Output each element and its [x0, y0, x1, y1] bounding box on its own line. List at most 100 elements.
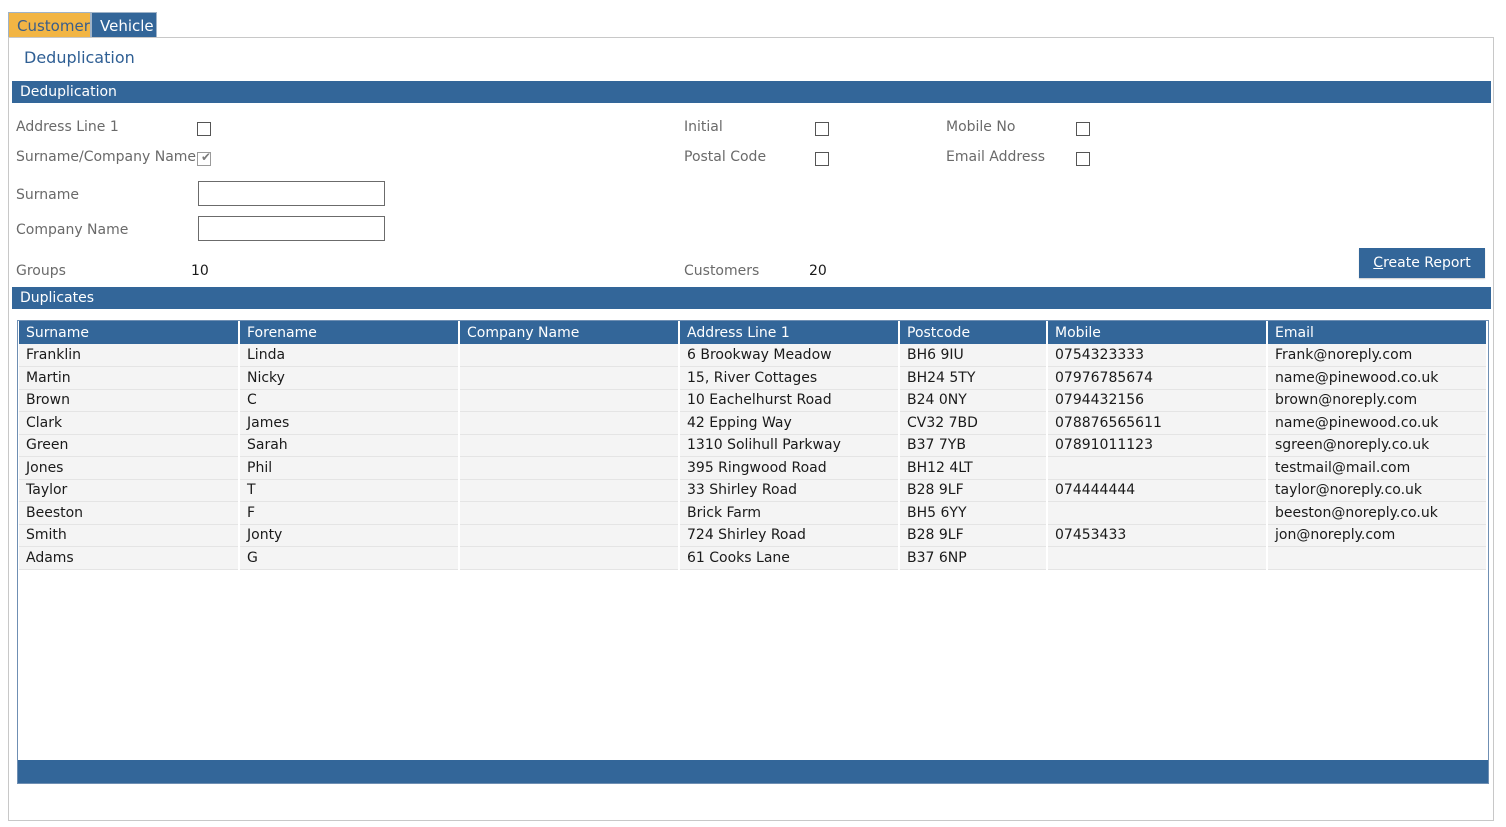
- table-row[interactable]: Brown C 10 Eachelhurst Road B24 0NY 07944321…: [19, 389, 1488, 412]
- table-cell: [459, 501, 680, 525]
- table-cell: [459, 434, 680, 457]
- postal-code-label: Postal Code: [684, 149, 767, 165]
- table-cell: Brown: [19, 389, 240, 412]
- table-cell: Smith: [19, 524, 240, 547]
- table-cell: 1310 Solihull Parkway: [679, 434, 900, 457]
- company-name-input[interactable]: [198, 216, 385, 241]
- table-cell: BH12 4LT: [899, 456, 1048, 480]
- table-cell: B28 9LF: [899, 524, 1048, 547]
- table-cell: James: [239, 411, 460, 435]
- table-cell: name@pinewood.co.uk: [1267, 366, 1488, 390]
- table-cell: 0794432156: [1047, 389, 1268, 412]
- surname-company-name-checkbox[interactable]: ✔: [197, 150, 212, 166]
- table-cell: [459, 546, 680, 570]
- table-row[interactable]: Franklin Linda 6 Brookway Meadow BH6 9IU 075…: [19, 344, 1488, 367]
- table-cell: CV32 7BD: [899, 411, 1048, 435]
- mobile-no-label: Mobile No: [946, 119, 1016, 135]
- table-cell: Brick Farm: [679, 501, 900, 525]
- table-cell: C: [239, 389, 460, 412]
- surname-input[interactable]: [198, 181, 385, 206]
- table-cell: sgreen@noreply.co.uk: [1267, 434, 1488, 457]
- table-cell: 07891011123: [1047, 434, 1268, 457]
- table-cell: BH24 5TY: [899, 366, 1048, 390]
- table-cell: 61 Cooks Lane: [679, 546, 900, 570]
- table-cell: 395 Ringwood Road: [679, 456, 900, 480]
- table-cell: F: [239, 501, 460, 525]
- mobile-no-checkbox[interactable]: [1076, 122, 1090, 136]
- table-cell: [459, 411, 680, 435]
- table-cell: taylor@noreply.co.uk: [1267, 479, 1488, 502]
- tab-vehicle[interactable]: Vehicle: [91, 12, 157, 38]
- table-cell: name@pinewood.co.uk: [1267, 411, 1488, 435]
- table-cell: Adams: [19, 546, 240, 570]
- company-name-label: Company Name: [16, 222, 129, 238]
- grid-footer-bar: [18, 760, 1488, 783]
- table-cell: Sarah: [239, 434, 460, 457]
- create-report-access-key: C: [1373, 255, 1384, 271]
- table-row[interactable]: Adams G 61 Cooks Lane B37 6NP: [19, 546, 1488, 570]
- table-row[interactable]: Smith Jonty 724 Shirley Road B28 9LF 0745343…: [19, 524, 1488, 547]
- table-cell: T: [239, 479, 460, 502]
- create-report-button[interactable]: Create Report: [1359, 248, 1485, 278]
- initial-checkbox[interactable]: [815, 122, 829, 136]
- table-cell: B24 0NY: [899, 389, 1048, 412]
- customers-count: 20: [809, 263, 827, 279]
- customers-label: Customers: [684, 263, 760, 279]
- duplicates-grid: Surname Forename Company Name Address Line …: [17, 320, 1489, 784]
- table-cell: Green: [19, 434, 240, 457]
- table-cell: Taylor: [19, 479, 240, 502]
- column-header-company-name[interactable]: Company Name: [459, 321, 680, 344]
- address-line-1-checkbox[interactable]: [197, 122, 211, 136]
- check-icon: ✔: [201, 150, 212, 164]
- table-cell: 07453433: [1047, 524, 1268, 547]
- tab-customer[interactable]: Customer: [8, 12, 91, 38]
- tab-bar: Customer Vehicle: [8, 12, 157, 38]
- table-cell: [1047, 546, 1268, 570]
- duplicates-section-header: Duplicates: [12, 287, 1491, 309]
- column-header-surname[interactable]: Surname: [19, 321, 240, 344]
- table-cell: B37 7YB: [899, 434, 1048, 457]
- column-header-mobile[interactable]: Mobile: [1047, 321, 1268, 344]
- table-cell: Phil: [239, 456, 460, 480]
- table-row[interactable]: Beeston F Brick Farm BH5 6YY beeston@noreply…: [19, 501, 1488, 525]
- table-cell: Franklin: [19, 344, 240, 367]
- table-cell: [1047, 456, 1268, 480]
- groups-label: Groups: [16, 263, 66, 279]
- table-cell: 33 Shirley Road: [679, 479, 900, 502]
- table-cell: 42 Epping Way: [679, 411, 900, 435]
- table-row[interactable]: Martin Nicky 15, River Cottages BH24 5TY 079…: [19, 366, 1488, 390]
- table-row[interactable]: Green Sarah 1310 Solihull Parkway B37 7YB 07…: [19, 434, 1488, 457]
- table-cell: 074444444: [1047, 479, 1268, 502]
- column-header-email[interactable]: Email: [1267, 321, 1488, 344]
- table-cell: 07976785674: [1047, 366, 1268, 390]
- create-report-label: reate Report: [1383, 255, 1471, 271]
- table-row[interactable]: Clark James 42 Epping Way CV32 7BD 078876565…: [19, 411, 1488, 435]
- address-line-1-label: Address Line 1: [16, 119, 119, 135]
- table-header-row: Surname Forename Company Name Address Line …: [19, 321, 1488, 344]
- table-cell: brown@noreply.com: [1267, 389, 1488, 412]
- table-cell: B28 9LF: [899, 479, 1048, 502]
- table-cell: Frank@noreply.com: [1267, 344, 1488, 367]
- table-cell: G: [239, 546, 460, 570]
- table-cell: BH5 6YY: [899, 501, 1048, 525]
- deduplication-section-header: Deduplication: [12, 81, 1491, 103]
- email-address-checkbox[interactable]: [1076, 152, 1090, 166]
- column-header-postcode[interactable]: Postcode: [899, 321, 1048, 344]
- column-header-address-line-1[interactable]: Address Line 1: [679, 321, 900, 344]
- table-cell: 724 Shirley Road: [679, 524, 900, 547]
- groups-count: 10: [191, 263, 209, 279]
- email-address-label: Email Address: [946, 149, 1046, 165]
- table-body: Franklin Linda 6 Brookway Meadow BH6 9IU 075…: [19, 344, 1488, 570]
- table-cell: [459, 524, 680, 547]
- column-header-forename[interactable]: Forename: [239, 321, 460, 344]
- table-cell: [459, 479, 680, 502]
- table-row[interactable]: Jones Phil 395 Ringwood Road BH12 4LT testma…: [19, 456, 1488, 480]
- table-cell: Nicky: [239, 366, 460, 390]
- table-cell: Linda: [239, 344, 460, 367]
- table-cell: [459, 456, 680, 480]
- table-cell: 6 Brookway Meadow: [679, 344, 900, 367]
- table-cell: 0754323333: [1047, 344, 1268, 367]
- table-cell: 078876565611: [1047, 411, 1268, 435]
- postal-code-checkbox[interactable]: [815, 152, 829, 166]
- table-row[interactable]: Taylor T 33 Shirley Road B28 9LF 074444444 ta…: [19, 479, 1488, 502]
